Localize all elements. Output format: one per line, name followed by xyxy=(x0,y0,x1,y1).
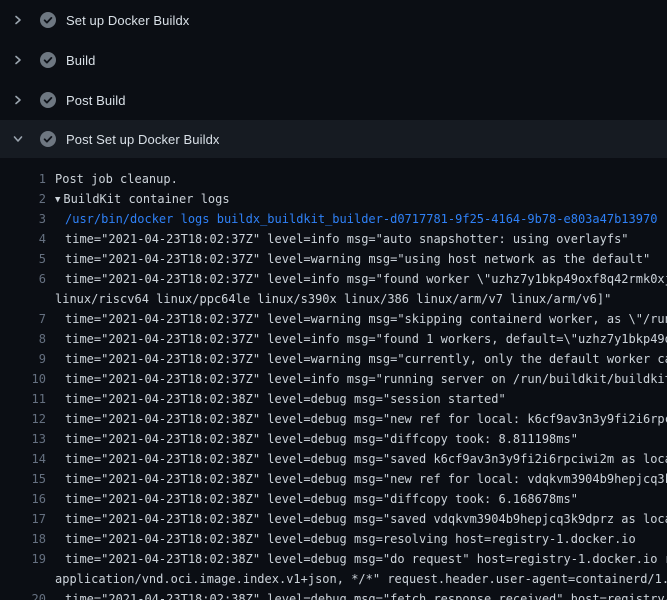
log-command-text: /usr/bin/docker logs buildx_buildkit_bui… xyxy=(65,209,657,229)
line-number[interactable]: 18 xyxy=(0,529,46,549)
log-line: 5 time="2021-04-23T18:02:37Z" level=warni… xyxy=(0,249,667,269)
line-number[interactable]: 14 xyxy=(0,449,46,469)
chevron-right-icon xyxy=(12,54,24,66)
line-number[interactable]: 16 xyxy=(0,489,46,509)
log-text: time="2021-04-23T18:02:38Z" level=debug … xyxy=(65,509,667,529)
log-group-header[interactable]: ▼BuildKit container logs xyxy=(55,189,230,209)
log-line: 10 time="2021-04-23T18:02:37Z" level=info… xyxy=(0,369,667,389)
step-row-post-build[interactable]: Post Build xyxy=(0,80,667,120)
log-text: time="2021-04-23T18:02:37Z" level=info m… xyxy=(65,229,629,249)
log-line: 14 time="2021-04-23T18:02:38Z" level=debu… xyxy=(0,449,667,469)
log-group-label: BuildKit container logs xyxy=(63,192,229,206)
log-text: time="2021-04-23T18:02:37Z" level=warnin… xyxy=(65,309,667,329)
line-number[interactable]: 2 xyxy=(0,189,46,209)
chevron-right-icon xyxy=(12,94,24,106)
line-number[interactable]: 5 xyxy=(0,249,46,269)
line-number[interactable]: 6 xyxy=(0,269,46,289)
log-line: linux/riscv64 linux/ppc64le linux/s390x … xyxy=(0,289,667,309)
log-content: 1 Post job cleanup. 2 ▼BuildKit container l… xyxy=(0,158,667,600)
log-line: 1 Post job cleanup. xyxy=(0,169,667,189)
log-line: 20 time="2021-04-23T18:02:38Z" level=debu… xyxy=(0,589,667,600)
line-number[interactable]: 4 xyxy=(0,229,46,249)
line-number[interactable]: 11 xyxy=(0,389,46,409)
line-number[interactable]: 3 xyxy=(0,209,46,229)
log-text: time="2021-04-23T18:02:38Z" level=debug … xyxy=(65,489,578,509)
line-number xyxy=(0,569,46,589)
log-text: time="2021-04-23T18:02:37Z" level=info m… xyxy=(65,329,667,349)
step-label: Build xyxy=(66,53,95,68)
log-line: 9 time="2021-04-23T18:02:37Z" level=warni… xyxy=(0,349,667,369)
step-list: Set up Docker Buildx Build Post Build Post … xyxy=(0,0,667,158)
log-text: time="2021-04-23T18:02:38Z" level=debug … xyxy=(65,529,636,549)
log-text: application/vnd.oci.image.index.v1+json,… xyxy=(55,569,667,589)
step-label: Post Build xyxy=(66,93,126,108)
log-text: time="2021-04-23T18:02:37Z" level=info m… xyxy=(65,269,667,289)
line-number[interactable]: 20 xyxy=(0,589,46,600)
log-line: 4 time="2021-04-23T18:02:37Z" level=info … xyxy=(0,229,667,249)
step-row-build[interactable]: Build xyxy=(0,40,667,80)
line-number[interactable]: 17 xyxy=(0,509,46,529)
line-number[interactable]: 8 xyxy=(0,329,46,349)
line-number[interactable]: 19 xyxy=(0,549,46,569)
log-text: linux/riscv64 linux/ppc64le linux/s390x … xyxy=(55,289,611,309)
log-text: time="2021-04-23T18:02:37Z" level=info m… xyxy=(65,369,667,389)
line-number xyxy=(0,289,46,309)
log-line: 11 time="2021-04-23T18:02:38Z" level=debu… xyxy=(0,389,667,409)
log-line: 6 time="2021-04-23T18:02:37Z" level=info … xyxy=(0,269,667,289)
log-text: time="2021-04-23T18:02:38Z" level=debug … xyxy=(65,389,506,409)
log-line: 2 ▼BuildKit container logs xyxy=(0,189,667,209)
log-line: 16 time="2021-04-23T18:02:38Z" level=debu… xyxy=(0,489,667,509)
log-text: Post job cleanup. xyxy=(55,169,178,189)
log-text: time="2021-04-23T18:02:38Z" level=debug … xyxy=(65,469,667,489)
line-number[interactable]: 7 xyxy=(0,309,46,329)
check-circle-icon xyxy=(40,12,56,28)
line-number[interactable]: 1 xyxy=(0,169,46,189)
check-circle-icon xyxy=(40,52,56,68)
log-line: 12 time="2021-04-23T18:02:38Z" level=debu… xyxy=(0,409,667,429)
log-text: time="2021-04-23T18:02:38Z" level=debug … xyxy=(65,429,578,449)
line-number[interactable]: 15 xyxy=(0,469,46,489)
log-line: 8 time="2021-04-23T18:02:37Z" level=info … xyxy=(0,329,667,349)
log-text: time="2021-04-23T18:02:37Z" level=warnin… xyxy=(65,349,667,369)
step-row-post-set-up-docker-buildx[interactable]: Post Set up Docker Buildx xyxy=(0,120,667,158)
log-line: 19 time="2021-04-23T18:02:38Z" level=debu… xyxy=(0,549,667,569)
line-number[interactable]: 12 xyxy=(0,409,46,429)
log-text: time="2021-04-23T18:02:38Z" level=debug … xyxy=(65,549,667,569)
step-label: Set up Docker Buildx xyxy=(66,13,189,28)
log-line: 13 time="2021-04-23T18:02:38Z" level=debu… xyxy=(0,429,667,449)
check-circle-icon xyxy=(40,92,56,108)
line-number[interactable]: 10 xyxy=(0,369,46,389)
chevron-right-icon xyxy=(12,14,24,26)
log-line: 17 time="2021-04-23T18:02:38Z" level=debu… xyxy=(0,509,667,529)
log-line: 3/usr/bin/docker logs buildx_buildkit_bu… xyxy=(0,209,667,229)
check-circle-icon xyxy=(40,131,56,147)
actions-log-viewer: Set up Docker Buildx Build Post Build Post … xyxy=(0,0,667,600)
log-line: 18 time="2021-04-23T18:02:38Z" level=debu… xyxy=(0,529,667,549)
step-label: Post Set up Docker Buildx xyxy=(66,132,220,147)
step-row-set-up-docker-buildx[interactable]: Set up Docker Buildx xyxy=(0,0,667,40)
log-line: 7 time="2021-04-23T18:02:37Z" level=warni… xyxy=(0,309,667,329)
log-text: time="2021-04-23T18:02:38Z" level=debug … xyxy=(65,589,667,600)
log-text: time="2021-04-23T18:02:38Z" level=debug … xyxy=(65,409,667,429)
log-text: time="2021-04-23T18:02:37Z" level=warnin… xyxy=(65,249,650,269)
log-line: 15 time="2021-04-23T18:02:38Z" level=debu… xyxy=(0,469,667,489)
chevron-down-icon xyxy=(12,133,24,145)
line-number[interactable]: 13 xyxy=(0,429,46,449)
line-number[interactable]: 9 xyxy=(0,349,46,369)
group-caret-icon: ▼ xyxy=(55,190,60,210)
log-text: time="2021-04-23T18:02:38Z" level=debug … xyxy=(65,449,667,469)
log-line: application/vnd.oci.image.index.v1+json,… xyxy=(0,569,667,589)
